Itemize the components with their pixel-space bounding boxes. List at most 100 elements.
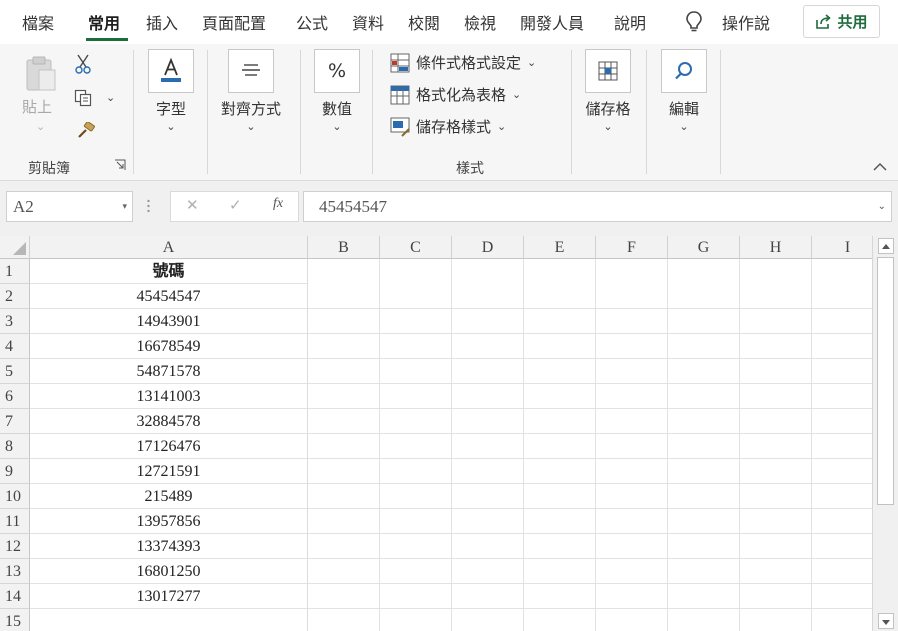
tell-me-search[interactable]: 操作說 [722,10,770,34]
name-box-dropdown-icon[interactable]: ▾ [122,192,127,221]
gridline [308,558,872,559]
row-header-10[interactable]: 10 [0,484,30,509]
tab-developer[interactable]: 開發人員 [520,10,584,34]
collapse-ribbon-icon[interactable] [872,161,888,173]
insert-function-button[interactable]: fx [273,196,283,212]
conditional-formatting-button[interactable]: 條件式格式設定 ⌄ [390,52,536,73]
formula-bar-grip-icon[interactable] [147,198,150,214]
paste-dropdown-icon[interactable]: ⌄ [36,120,45,133]
paste-icon[interactable] [24,54,58,94]
gridline [308,533,872,534]
tab-help[interactable]: 說明 [614,10,646,34]
paste-button[interactable]: 貼上 [22,96,52,117]
row-header-7[interactable]: 7 [0,409,30,434]
cell-styles-button[interactable]: 儲存格樣式 ⌄ [390,116,506,137]
lightbulb-icon[interactable] [684,10,704,34]
formula-bar: A2 ▾ ✕ ✓ fx 45454547 ⌄ [0,181,898,236]
table-cell[interactable]: 13957856 [30,509,308,534]
tab-insert[interactable]: 插入 [146,10,178,34]
table-cell[interactable]: 16801250 [30,559,308,584]
cancel-icon[interactable]: ✕ [186,196,199,214]
cell-styles-label: 儲存格樣式 [416,118,492,136]
menu-bar: 檔案 常用 插入 頁面配置 公式 資料 校閱 檢視 開發人員 說明 操作說 共用 [0,0,898,44]
tab-formulas[interactable]: 公式 [296,10,328,34]
table-cell[interactable]: 13017277 [30,584,308,609]
row-header-4[interactable]: 4 [0,334,30,359]
tab-home[interactable]: 常用 [88,10,120,34]
gridline [308,358,872,359]
scroll-thumb[interactable] [877,257,894,505]
share-icon [816,14,832,29]
table-cell[interactable]: 13374393 [30,534,308,559]
table-cell[interactable]: 54871578 [30,359,308,384]
conditional-formatting-label: 條件式格式設定 [416,54,522,72]
expand-formula-bar-icon[interactable]: ⌄ [878,192,886,221]
copy-dropdown-icon[interactable]: ⌄ [106,91,115,104]
column-header-cell[interactable]: 號碼 [30,259,308,284]
column-header-g[interactable]: G [668,236,740,259]
share-button[interactable]: 共用 [803,5,880,38]
row-header-3[interactable]: 3 [0,309,30,334]
scroll-up-button[interactable] [878,238,894,254]
row-header-2[interactable]: 2 [0,284,30,309]
row-header-9[interactable]: 9 [0,459,30,484]
table-cell[interactable]: 17126476 [30,434,308,459]
table-cell[interactable]: 45454547 [30,284,308,309]
tab-review[interactable]: 校閱 [408,10,440,34]
column-header-d[interactable]: D [452,236,524,259]
column-header-b[interactable]: B [308,236,380,259]
column-header-h[interactable]: H [740,236,812,259]
tab-data[interactable]: 資料 [352,10,384,34]
font-button[interactable]: 字型 ⌄ [148,49,194,134]
cut-icon[interactable] [74,54,92,74]
format-painter-icon[interactable] [75,122,95,140]
tab-page-layout[interactable]: 頁面配置 [202,10,266,34]
worksheet-grid[interactable]: A B C D E F G H I 1 號碼 2 45454547 3 14943901 4 16678549 5… [0,236,872,631]
cells-button[interactable]: 儲存格 ⌄ [585,49,631,134]
scroll-down-button[interactable] [878,613,894,629]
chevron-down-icon: ⌄ [603,120,613,133]
row-header-11[interactable]: 11 [0,509,30,534]
cells-icon [585,49,631,93]
table-cell[interactable]: 14943901 [30,309,308,334]
name-box[interactable]: A2 ▾ [6,191,133,222]
column-header-e[interactable]: E [524,236,596,259]
row-header-15[interactable]: 15 [0,609,30,631]
vertical-scrollbar[interactable] [872,236,898,631]
row-header-13[interactable]: 13 [0,559,30,584]
enter-icon[interactable]: ✓ [229,196,242,214]
formula-input[interactable]: 45454547 ⌄ [303,191,892,222]
styles-group-label: 樣式 [456,161,484,177]
dialog-launcher-icon[interactable] [114,159,126,171]
gridline [595,259,596,631]
row-header-12[interactable]: 12 [0,534,30,559]
row-header-8[interactable]: 8 [0,434,30,459]
table-cell[interactable]: 16678549 [30,334,308,359]
table-cell[interactable]: 32884578 [30,409,308,434]
column-header-f[interactable]: F [596,236,668,259]
table-cell[interactable] [30,609,308,631]
table-cell[interactable]: 12721591 [30,459,308,484]
row-header-5[interactable]: 5 [0,359,30,384]
format-as-table-button[interactable]: 格式化為表格 ⌄ [390,84,521,105]
row-header-14[interactable]: 14 [0,584,30,609]
table-cell[interactable]: 215489 [30,484,308,509]
alignment-button[interactable]: 對齊方式 ⌄ [221,49,281,134]
tab-view[interactable]: 檢視 [464,10,496,34]
copy-icon[interactable] [74,89,92,107]
row-header-6[interactable]: 6 [0,384,30,409]
column-header-c[interactable]: C [380,236,452,259]
table-cell[interactable]: 13141003 [30,384,308,409]
select-all-button[interactable] [0,236,30,259]
tab-file[interactable]: 檔案 [22,10,54,34]
number-button[interactable]: % 數值 ⌄ [314,49,360,134]
align-center-icon [228,49,274,93]
column-header-i[interactable]: I [812,236,872,259]
column-header-a[interactable]: A [30,236,308,259]
formula-buttons: ✕ ✓ fx [170,191,299,222]
gridline [308,308,872,309]
conditional-formatting-icon [390,53,410,72]
row-header-1[interactable]: 1 [0,259,30,284]
editing-button[interactable]: 編輯 ⌄ [661,49,707,134]
formula-content: 45454547 [319,197,387,216]
